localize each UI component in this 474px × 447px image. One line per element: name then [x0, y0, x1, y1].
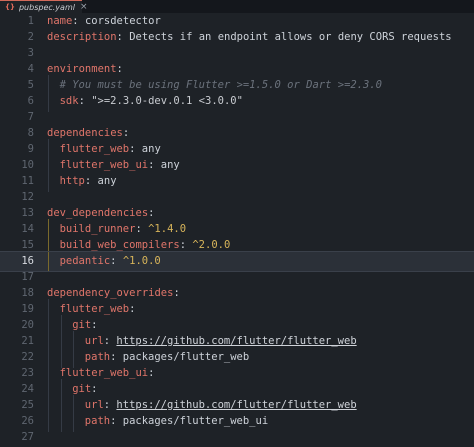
code-token: environment	[47, 63, 117, 75]
code-token: corsdetector	[84, 15, 161, 27]
code-token: http	[59, 175, 85, 187]
code-token: :	[129, 303, 136, 315]
code-token: :	[148, 207, 155, 219]
yaml-file-icon: {}	[5, 3, 15, 11]
code-token: any	[160, 159, 180, 171]
code-token: packages/flutter_web	[122, 351, 250, 363]
code-token: :	[122, 127, 130, 139]
code-token: build_runner	[59, 223, 136, 235]
code-token: path	[84, 351, 111, 363]
code-token: :	[129, 143, 142, 155]
code-token: any	[97, 175, 117, 187]
code-token: :	[116, 63, 123, 75]
code-token: dev_dependencies	[47, 207, 149, 219]
code-token: :	[103, 335, 117, 347]
code-token: :	[179, 239, 193, 251]
code-token: flutter_web	[59, 303, 130, 315]
code-token: any	[141, 143, 161, 155]
code-token[interactable]: https://github.com/flutter/flutter_web	[116, 335, 356, 347]
code-token: flutter_web_ui	[59, 367, 149, 379]
code-token: ^2.0.0	[192, 239, 231, 251]
code-token: path	[84, 415, 111, 427]
code-token: ">=2.3.0-dev.0.1 <3.0.0"	[91, 95, 243, 107]
code-token: :	[148, 159, 161, 171]
code-token: dependency_overrides	[47, 287, 174, 299]
code-token: :	[173, 287, 180, 299]
line-number: 27	[21, 431, 34, 443]
code-token: :	[110, 415, 123, 427]
code-token: Detects if an endpoint allows or deny CO…	[129, 31, 452, 43]
code-token: sdk	[59, 95, 79, 107]
code-token: :	[116, 31, 130, 43]
code-token[interactable]: https://github.com/flutter/flutter_web	[116, 399, 356, 411]
code-token: url	[84, 399, 104, 411]
code-token: flutter_web	[59, 143, 130, 155]
code-token: :	[135, 223, 149, 235]
code-token: :	[91, 383, 98, 395]
code-token: :	[103, 399, 117, 411]
code-token: name	[47, 15, 73, 27]
code-token: ^1.0.0	[122, 255, 161, 267]
editor-window: {} pubspec.yaml × 1 name: corsdetector 2 de…	[0, 0, 474, 447]
code-token: # You must be using Flutter >=1.5.0 or D…	[59, 79, 382, 91]
code-token: build_web_compilers	[59, 239, 180, 251]
code-token: :	[148, 367, 155, 379]
code-token: dependencies	[47, 127, 123, 139]
code-token: :	[72, 15, 85, 27]
code-token: packages/flutter_web_ui	[122, 415, 269, 427]
code-token: :	[78, 95, 92, 107]
code-line[interactable]: 27	[0, 427, 474, 447]
code-token: :	[110, 351, 123, 363]
code-token: url	[84, 335, 104, 347]
code-token: pedantic	[59, 255, 111, 267]
code-token: :	[84, 175, 98, 187]
code-token: description	[47, 31, 117, 43]
code-token: ^1.4.0	[148, 223, 187, 235]
code-editor[interactable]: 1 name: corsdetector 2 description: Detects…	[0, 13, 474, 447]
code-token: git	[72, 319, 92, 331]
code-token: :	[110, 255, 123, 267]
code-token: git	[72, 383, 92, 395]
code-token: flutter_web_ui	[59, 159, 149, 171]
code-token: :	[91, 319, 98, 331]
